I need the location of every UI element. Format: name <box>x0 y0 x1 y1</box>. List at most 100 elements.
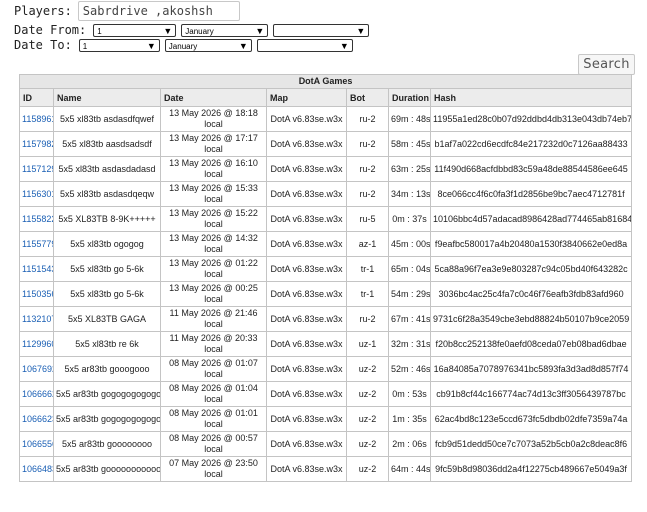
game-date-value: 13 May 2026 @ 18:18 <box>169 108 258 118</box>
chevron-down-icon: ▼ <box>339 40 349 51</box>
game-id-link[interactable]: 1155822 <box>19 206 54 232</box>
table-row: 1156301 5x5 xl83tb asdasdqeqw 13 May 2026 … <box>19 181 633 207</box>
players-input[interactable]: Sabrdrive ,akoshsh <box>77 1 240 21</box>
date-from-month-select[interactable]: January ▼ <box>181 23 269 37</box>
game-hash: f9eafbc580017a4b20480a1530f3840662e0ed8a <box>429 231 633 257</box>
table-row: 10664835x5 ar83tb goooooooooooo07 May 20… <box>19 456 633 482</box>
game-name: 5x5 ar83tb goooooooooooo <box>53 456 161 482</box>
game-bot: tr-1 <box>346 281 389 307</box>
game-date-tz: local <box>204 219 223 229</box>
game-id-link[interactable]: 1066556 <box>19 431 54 457</box>
date-to-day-select[interactable]: 1 ▼ <box>78 38 160 52</box>
game-bot: uz-2 <box>346 406 389 432</box>
search-button[interactable]: Search <box>578 54 635 75</box>
chevron-down-icon: ▼ <box>146 40 156 51</box>
game-id-link[interactable]: 1132107 <box>19 306 54 332</box>
date-from-month-value: January <box>185 26 214 36</box>
table-row: 1155779 5x5 xl83tb ogogog 13 May 2026 @ 14… <box>19 231 633 257</box>
game-date-tz: local <box>204 169 223 179</box>
game-id-link[interactable]: 1155779 <box>19 231 54 257</box>
game-hash: 3036bc4ac25c4fa7c0c46f76eafb3fdb83afd960 <box>429 281 633 307</box>
game-name: 5x5 XL83TB 8-9K+++++ <box>53 206 161 232</box>
games-body: 1158961 5x5 xl83tb asdasdfqwef 13 May 2026… <box>19 106 633 482</box>
game-map: DotA v6.83se.w3x <box>266 356 347 382</box>
date-from-year-select[interactable]: ▼ <box>273 23 370 37</box>
header-id[interactable]: ID <box>19 88 54 107</box>
game-hash: f20b8cc252138fe0aefd08ceda07eb08bad6dbae <box>429 331 633 357</box>
game-name: 5x5 xl83tb go 5-6k <box>53 256 161 282</box>
game-id-link[interactable]: 1150356 <box>19 281 54 307</box>
game-date: 13 May 2026 @ 18:18 local <box>160 106 267 132</box>
game-bot: uz-2 <box>346 431 389 457</box>
game-date: 13 May 2026 @ 15:33 local <box>160 181 267 207</box>
date-to-month-select[interactable]: January ▼ <box>164 38 252 52</box>
date-to-month-value: January <box>168 41 198 51</box>
game-date: 13 May 2026 @ 01:22 local <box>160 256 267 282</box>
game-id-link[interactable]: 1129960 <box>19 331 54 357</box>
game-date-value: 13 May 2026 @ 14:32 <box>169 233 258 243</box>
game-date: 13 May 2026 @ 15:22 local <box>160 206 267 232</box>
game-duration: 0m : 37s <box>388 206 431 232</box>
game-hash: 5ca88a96f7ea3e9e803287c94c05bd40f643282c <box>429 256 633 282</box>
game-date: 08 May 2026 @ 01:01 local <box>160 406 267 432</box>
game-name: 5x5 XL83TB GAGA <box>53 306 161 332</box>
game-duration: 32m : 31s <box>388 331 431 357</box>
header-duration[interactable]: Duration <box>388 88 431 107</box>
game-bot: ru-2 <box>346 306 389 332</box>
game-duration: 58m : 45s <box>388 131 431 157</box>
game-date: 11 May 2026 @ 21:46 local <box>160 306 267 332</box>
header-name[interactable]: Name <box>53 88 161 107</box>
game-date-value: 13 May 2026 @ 01:22 <box>169 258 258 268</box>
game-name: 5x5 xl83tb asdasdqeqw <box>53 181 161 207</box>
game-date-tz: local <box>204 369 223 379</box>
game-map: DotA v6.83se.w3x <box>266 281 347 307</box>
table-title: DotA Games <box>18 74 633 89</box>
game-id-link[interactable]: 1066662 <box>19 381 54 407</box>
game-hash: 11f490d668acfdbbd83c59a48de88544586ee645 <box>429 156 633 182</box>
game-name: 5x5 ar83tb gogogogogogo <box>53 406 161 432</box>
game-date-tz: local <box>204 144 223 154</box>
header-bot[interactable]: Bot <box>346 88 389 107</box>
game-id-link[interactable]: 1067692 <box>19 356 54 382</box>
game-date: 08 May 2026 @ 01:07 local <box>160 356 267 382</box>
chevron-down-icon: ▼ <box>163 25 173 36</box>
game-hash: 16a84085a7078976341bc5893fa3d3ad8d857f74 <box>429 356 633 382</box>
game-name: 5x5 ar83tb gooogooo <box>53 356 161 382</box>
game-id-link[interactable]: 1066483 <box>19 456 54 482</box>
game-id-link[interactable]: 1151543 <box>19 256 54 282</box>
game-map: DotA v6.83se.w3x <box>266 231 347 257</box>
game-hash: 8ce066cc4f6c0fa3f1d2856be9bc7aec4712781f <box>429 181 633 207</box>
game-id-link[interactable]: 1157129 <box>19 156 54 182</box>
table-row: 1155822 5x5 XL83TB 8-9K+++++ 13 May 2026 @… <box>19 206 633 232</box>
header-hash[interactable]: Hash <box>429 88 633 107</box>
game-id-link[interactable]: 1156301 <box>19 181 54 207</box>
games-table: DotA Games ID Name Date Map Bot Duration… <box>18 74 633 482</box>
game-date: 13 May 2026 @ 00:25 local <box>160 281 267 307</box>
game-date-value: 13 May 2026 @ 15:22 <box>169 208 258 218</box>
game-bot: uz-2 <box>346 381 389 407</box>
game-hash: 9fc59b8d98036dd2a4f12275cb489667e5049a3f <box>429 456 633 482</box>
game-hash: b1af7a022cd6ecdfc84e217232d0c7126aa88433 <box>429 131 633 157</box>
table-row: 10666235x5 ar83tb gogogogogogo08 May 202… <box>19 406 633 432</box>
table-row: 1157129 5x5 xl83tb asdasdadasd 13 May 2026… <box>19 156 633 182</box>
game-date: 13 May 2026 @ 17:17 local <box>160 131 267 157</box>
header-date[interactable]: Date <box>160 88 267 107</box>
date-to-year-select[interactable]: ▼ <box>256 38 353 52</box>
game-id-link[interactable]: 1158961 <box>19 106 54 132</box>
game-map: DotA v6.83se.w3x <box>266 331 347 357</box>
date-to-row: Date To: 1 ▼ January ▼ ▼ <box>14 38 358 52</box>
table-row: 1158961 5x5 xl83tb asdasdfqwef 13 May 2026… <box>19 106 633 132</box>
date-from-day-select[interactable]: 1 ▼ <box>93 23 177 37</box>
date-to-label: Date To: <box>14 38 72 52</box>
game-name: 5x5 xl83tb re 6k <box>53 331 161 357</box>
game-id-link[interactable]: 1066623 <box>19 406 54 432</box>
game-date-value: 08 May 2026 @ 00:57 <box>169 433 258 443</box>
game-duration: 0m : 53s <box>388 381 431 407</box>
game-date: 13 May 2026 @ 14:32 local <box>160 231 267 257</box>
game-date-value: 13 May 2026 @ 17:17 <box>169 133 258 143</box>
game-date: 07 May 2026 @ 23:50 local <box>160 456 267 482</box>
game-date-tz: local <box>204 269 223 279</box>
game-duration: 45m : 00s <box>388 231 431 257</box>
game-id-link[interactable]: 1157982 <box>19 131 54 157</box>
header-map[interactable]: Map <box>266 88 347 107</box>
